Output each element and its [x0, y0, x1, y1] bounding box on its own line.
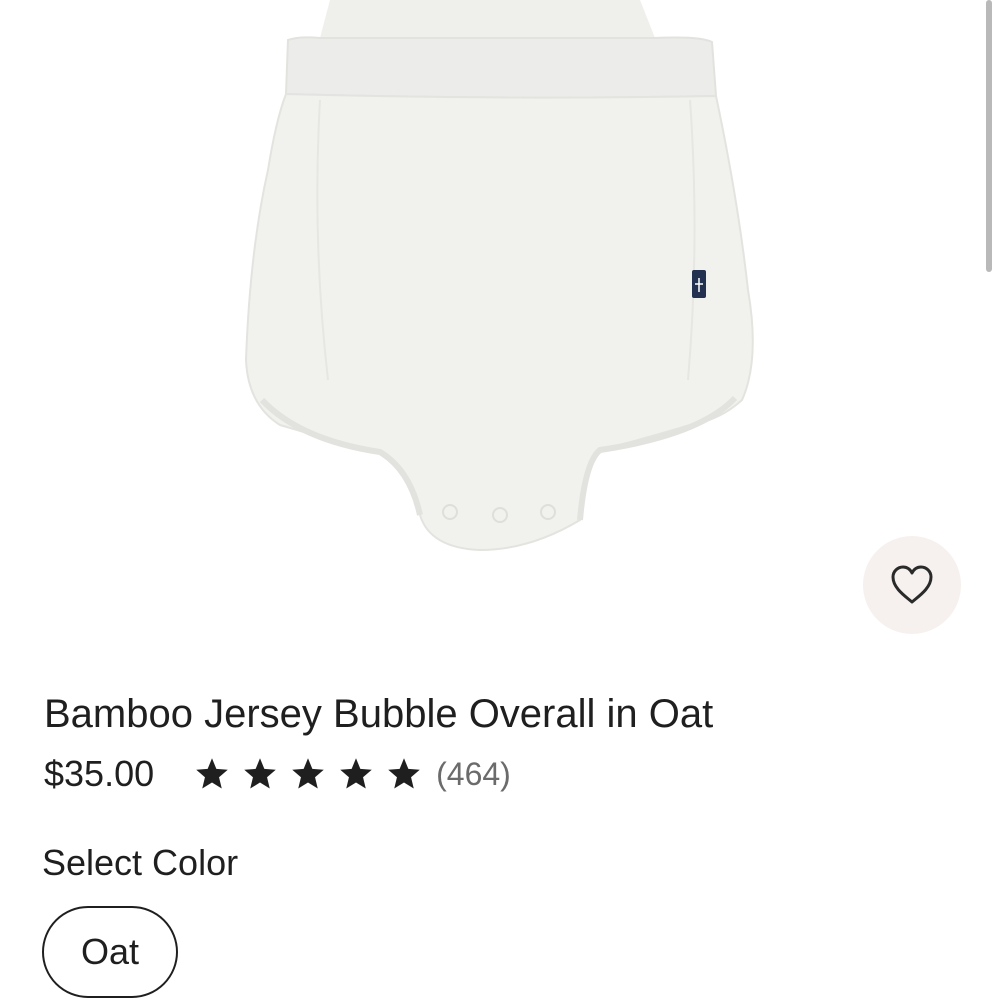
star-icon [196, 758, 228, 789]
star-icon [244, 758, 276, 789]
color-option-oat[interactable]: Oat [42, 906, 178, 998]
rating-stars [194, 756, 434, 792]
product-price: $35.00 [44, 753, 155, 794]
scrollbar[interactable] [986, 0, 992, 272]
select-color-label: Select Color [42, 842, 239, 883]
product-page: Bamboo Jersey Bubble Overall in Oat $35.… [0, 0, 1000, 1000]
product-title: Bamboo Jersey Bubble Overall in Oat [44, 692, 714, 736]
star-icon [388, 758, 420, 789]
wishlist-button[interactable] [863, 536, 961, 634]
star-icon [292, 758, 324, 789]
star-icon [340, 758, 372, 789]
review-count[interactable]: (464) [436, 756, 511, 793]
heart-icon [891, 565, 933, 604]
product-image [0, 0, 1000, 640]
rating[interactable]: (464) [194, 756, 511, 793]
price-row: $35.00 (464) [44, 748, 511, 800]
